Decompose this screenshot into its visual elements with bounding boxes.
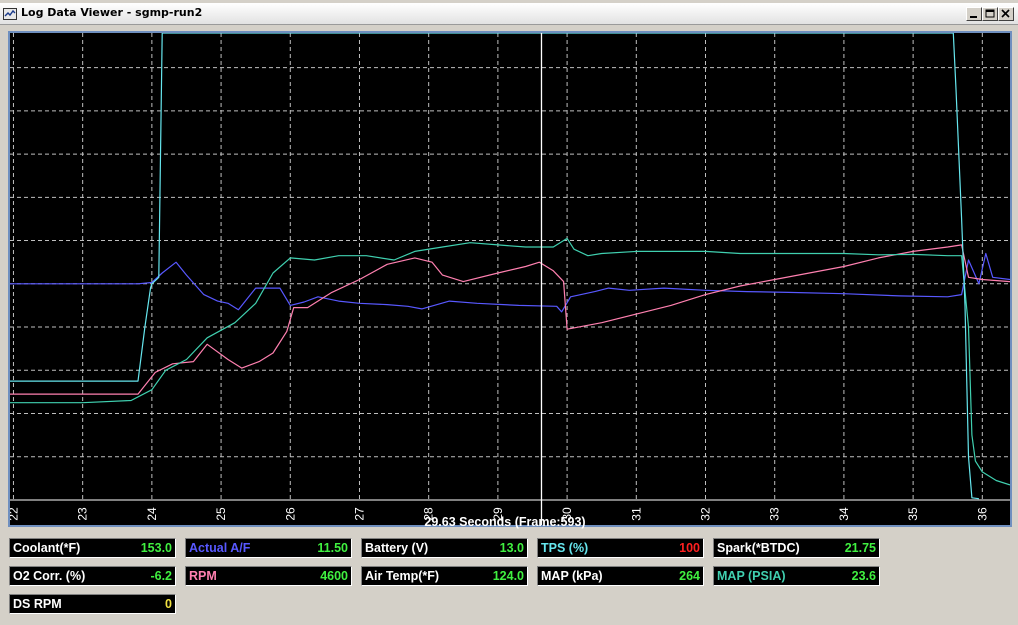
series-line-1: [10, 244, 1011, 395]
x-tick-label: 23: [76, 507, 90, 521]
gauge-label: Coolant(*F): [13, 541, 81, 555]
cursor-time-readout: 29.63 Seconds (Frame:593): [424, 515, 586, 529]
gauge-o2-corr[interactable]: O2 Corr. (%) -6.2: [9, 566, 176, 586]
gauge-map-psia[interactable]: MAP (PSIA) 23.6: [713, 566, 880, 586]
minimize-button[interactable]: [966, 7, 982, 21]
chart-series: [10, 32, 1011, 500]
gauge-panel: Coolant(*F) 153.0 Actual A/F 11.50 Battery (…: [0, 530, 1018, 625]
log-viewer-icon[interactable]: [3, 6, 17, 20]
gauge-label: MAP (PSIA): [717, 569, 786, 583]
gauge-value: 100: [679, 541, 700, 555]
x-tick-label: 22: [10, 507, 20, 521]
log-chart[interactable]: 22 23 24 25 26 27 28 29 30 31 32 33 34 35 36: [6, 32, 1011, 525]
chart-grid: [10, 33, 1010, 501]
gauge-label: Actual A/F: [189, 541, 251, 555]
gauge-air-temp-f[interactable]: Air Temp(*F) 124.0: [361, 566, 528, 586]
gauge-value: 124.0: [492, 569, 524, 583]
x-tick-label: 36: [975, 507, 989, 521]
gauge-value: 21.75: [844, 541, 876, 555]
gauge-map-kpa[interactable]: MAP (kPa) 264: [537, 566, 704, 586]
gauge-label: RPM: [189, 569, 217, 583]
x-tick-label: 33: [768, 507, 782, 521]
x-tick-label: 35: [906, 507, 920, 521]
minimize-icon: [970, 16, 977, 18]
close-icon: [1001, 9, 1010, 18]
maximize-icon: [985, 9, 995, 18]
gauge-label: DS RPM: [13, 597, 62, 611]
gauge-label: Battery (V): [365, 541, 429, 555]
gauge-label: MAP (kPa): [541, 569, 603, 583]
close-button[interactable]: [998, 7, 1014, 21]
gauge-value: 13.0: [499, 541, 524, 555]
gauge-value: 153.0: [140, 541, 172, 555]
gauge-label: Air Temp(*F): [365, 569, 440, 583]
series-line-3: [10, 32, 979, 500]
gauge-actual-a-f[interactable]: Actual A/F 11.50: [185, 538, 352, 558]
maximize-button[interactable]: [982, 7, 998, 21]
gauge-battery-v[interactable]: Battery (V) 13.0: [361, 538, 528, 558]
gauge-value: -6.2: [150, 569, 172, 583]
gauge-value: 11.50: [317, 541, 348, 555]
log-data-viewer-window: Log Data Viewer - sgmp-run2 22 23 24 25 …: [0, 0, 1018, 625]
gauge-label: Spark(*BTDC): [717, 541, 800, 555]
window-title: Log Data Viewer - sgmp-run2: [21, 6, 203, 19]
gauge-value: 23.6: [851, 569, 876, 583]
x-tick-label: 25: [214, 507, 228, 521]
plot-frame: 22 23 24 25 26 27 28 29 30 31 32 33 34 35 36: [6, 31, 1012, 527]
gauge-value: 264: [679, 569, 700, 583]
gauge-spark-btdc[interactable]: Spark(*BTDC) 21.75: [713, 538, 880, 558]
gauge-coolant-f[interactable]: Coolant(*F) 153.0: [9, 538, 176, 558]
title-bar[interactable]: Log Data Viewer - sgmp-run2: [0, 3, 1018, 25]
gauge-ds-rpm[interactable]: DS RPM 0: [9, 594, 176, 614]
gauge-value: 4600: [320, 569, 348, 583]
gauge-rpm[interactable]: RPM 4600: [185, 566, 352, 586]
gauge-value: 0: [165, 597, 172, 611]
x-tick-label: 24: [145, 507, 159, 521]
gauge-label: O2 Corr. (%): [13, 569, 86, 583]
x-tick-label: 26: [283, 507, 297, 521]
gauge-tps[interactable]: TPS (%) 100: [537, 538, 704, 558]
gauge-label: TPS (%): [541, 541, 589, 555]
chart-svg[interactable]: 22 23 24 25 26 27 28 29 30 31 32 33 34 35 36: [6, 32, 1011, 525]
x-tick-label: 34: [837, 507, 851, 521]
